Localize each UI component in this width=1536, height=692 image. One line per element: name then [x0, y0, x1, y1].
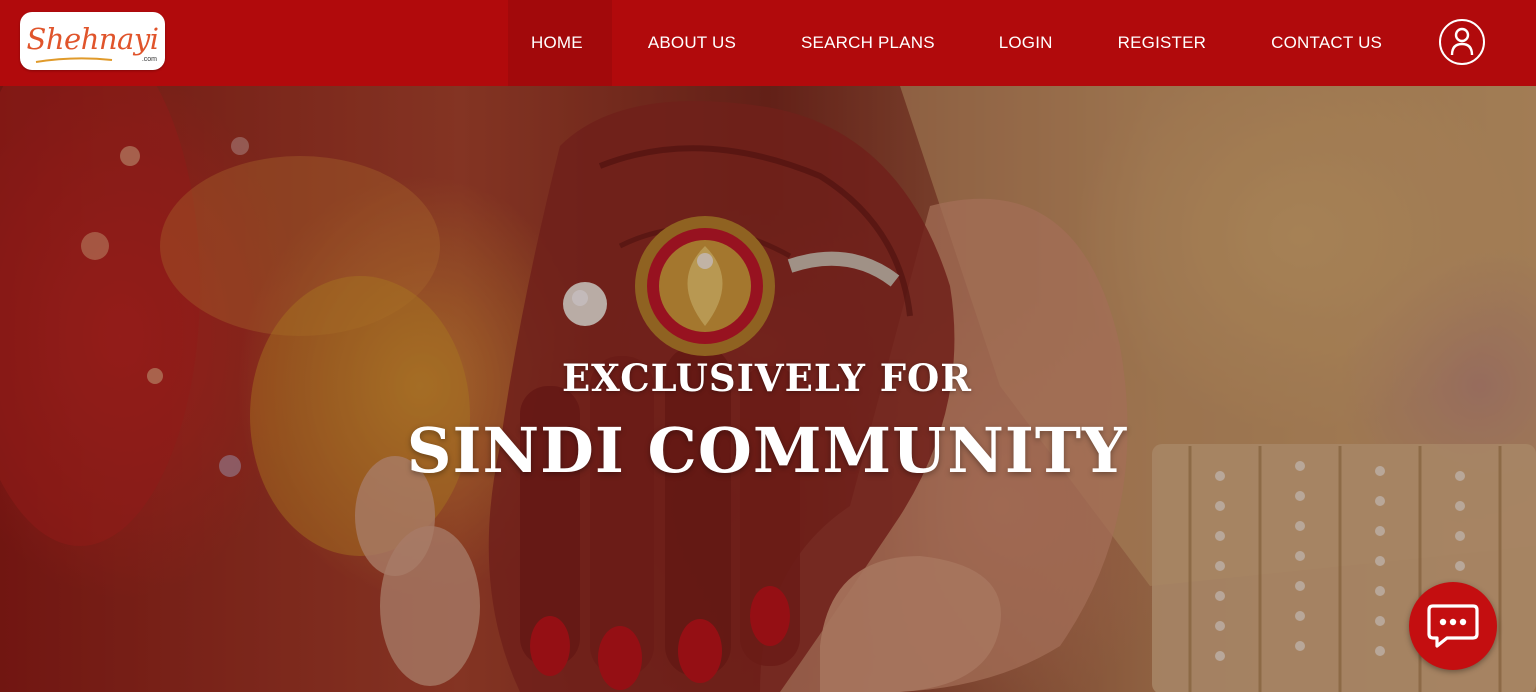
chat-button[interactable]	[1409, 582, 1497, 670]
hero-banner: EXCLUSIVELY FOR SINDI COMMUNITY	[0, 86, 1536, 692]
nav-about-us[interactable]: ABOUT US	[612, 0, 769, 86]
nav-contact-us[interactable]: CONTACT US	[1238, 0, 1382, 86]
hero-headline: SINDI COMMUNITY	[406, 414, 1128, 487]
account-button[interactable]	[1439, 19, 1485, 65]
hero-caption: EXCLUSIVELY FOR SINDI COMMUNITY	[0, 86, 1536, 692]
nav-register[interactable]: REGISTER	[1085, 0, 1239, 86]
hero-kicker: EXCLUSIVELY FOR	[561, 356, 973, 400]
nav-home[interactable]: HOME	[508, 0, 612, 86]
logo-domain-suffix: .com	[141, 56, 157, 63]
chat-bubble-icon	[1427, 604, 1479, 648]
nav-login[interactable]: LOGIN	[967, 0, 1085, 86]
shehnayi-logo[interactable]: Shehnayi .com	[20, 12, 165, 70]
nav-search-plans[interactable]: SEARCH PLANS	[769, 0, 967, 86]
main-nav: HOME ABOUT US SEARCH PLANS LOGIN REGISTE…	[508, 0, 1382, 86]
top-navigation-bar: Shehnayi .com HOME ABOUT US SEARCH PLANS…	[0, 0, 1536, 86]
user-circle-icon	[1450, 27, 1474, 56]
logo-swoosh-icon	[35, 57, 113, 63]
logo-wordmark: Shehnayi	[26, 22, 159, 56]
